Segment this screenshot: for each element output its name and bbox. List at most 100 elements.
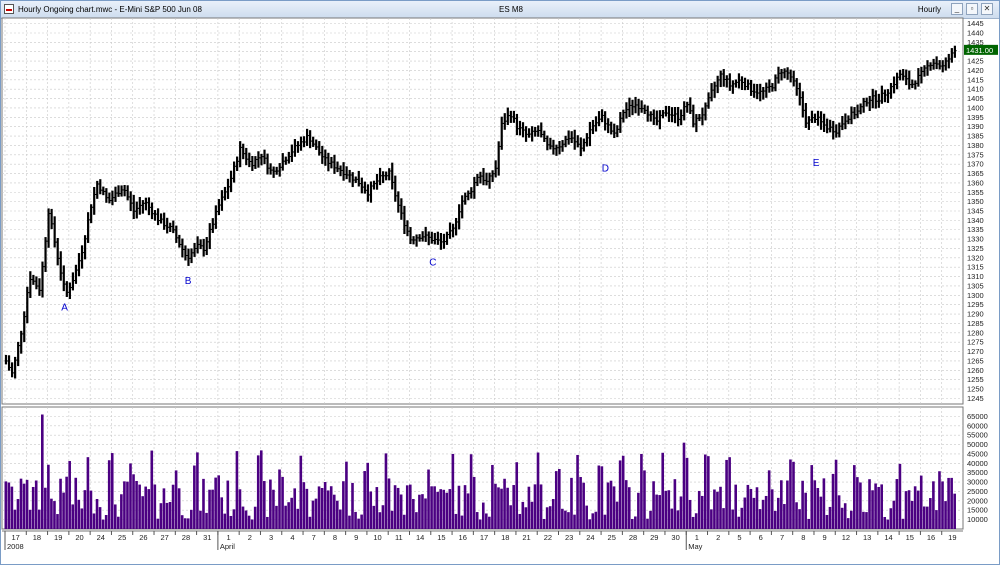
volume-bar [886, 519, 890, 529]
date-tick-label: 25 [608, 533, 616, 542]
volume-bar [533, 484, 537, 529]
volume-bar [59, 478, 62, 529]
volume-bar [71, 504, 75, 529]
volume-bar [895, 479, 899, 529]
volume-bar [600, 466, 604, 529]
volume-bar [877, 486, 880, 529]
price-tick-label: 1325 [967, 244, 984, 253]
volume-bar [609, 480, 613, 529]
volume-bar [889, 508, 893, 529]
volume-bar [816, 488, 820, 529]
volume-bar [536, 452, 540, 529]
volume-bar [944, 501, 947, 529]
date-tick-label: 25 [118, 533, 126, 542]
volume-bar [810, 465, 814, 529]
volume-bar [643, 470, 646, 529]
volume-bar [174, 470, 178, 529]
volume-bar [907, 490, 911, 529]
date-tick-label: 6 [759, 533, 763, 542]
date-tick-label: 11 [395, 533, 403, 542]
volume-bar [469, 454, 473, 529]
price-tick-label: 1395 [967, 113, 984, 122]
volume-bar [408, 484, 412, 529]
volume-bar [822, 478, 826, 529]
date-tick-label: 28 [182, 533, 190, 542]
volume-bar [576, 454, 579, 529]
volume-bar [548, 506, 552, 529]
volume-bar [862, 511, 865, 529]
date-tick-label: 24 [97, 533, 105, 542]
volume-bar [147, 489, 151, 529]
volume-bar [28, 509, 32, 529]
volume-bar [932, 481, 935, 529]
volume-bar [792, 461, 795, 529]
volume-bar [253, 506, 257, 529]
price-tick-label: 1370 [967, 160, 984, 169]
price-tick-label: 1425 [967, 57, 984, 66]
volume-bar [621, 455, 625, 529]
date-tick-label: 18 [33, 533, 41, 542]
volume-bar [275, 505, 278, 529]
volume-bar [296, 508, 300, 529]
volume-bar [31, 486, 35, 529]
volume-bar [37, 509, 41, 529]
volume-bar [707, 456, 710, 529]
volume-bar [457, 485, 461, 529]
volume-bar [126, 481, 129, 529]
volume-bar [868, 479, 871, 529]
volume-bar [381, 505, 385, 529]
volume-bar [919, 475, 923, 529]
price-tick-label: 1390 [967, 122, 984, 131]
volume-bar [770, 489, 774, 529]
volume-bar [68, 461, 71, 529]
volume-bar [631, 518, 634, 529]
volume-tick-label: 10000 [967, 515, 988, 524]
volume-bar [466, 493, 470, 529]
price-tick-label: 1420 [967, 66, 984, 75]
volume-bar [947, 477, 950, 529]
volume-tick-label: 45000 [967, 449, 988, 458]
date-tick-label: 18 [501, 533, 509, 542]
volume-bar [700, 495, 704, 529]
volume-bar [801, 480, 804, 529]
price-tick-label: 1360 [967, 178, 984, 187]
volume-bar [104, 515, 108, 529]
volume-bar [786, 480, 789, 529]
volume-bar [211, 489, 214, 529]
volume-bar [168, 501, 172, 529]
volume-bar [120, 494, 123, 529]
volume-bar [77, 499, 81, 529]
price-tick-label: 1245 [967, 394, 984, 403]
volume-bar [390, 510, 394, 529]
price-tick-label: 1310 [967, 272, 984, 281]
volume-bar [813, 480, 817, 529]
volume-tick-label: 20000 [967, 496, 988, 505]
volume-bar [430, 486, 433, 529]
chart-area[interactable]: 1445144014351430142514201415141014051400… [1, 1, 999, 564]
volume-bar [110, 453, 114, 529]
volume-bar [624, 480, 628, 529]
date-tick-label: 8 [801, 533, 805, 542]
volume-bar [691, 516, 695, 529]
volume-bar [107, 460, 111, 529]
volume-bar [606, 482, 610, 529]
volume-bar [776, 497, 780, 529]
volume-bar [901, 518, 905, 529]
volume-bar [880, 484, 883, 529]
volume-bar [661, 452, 665, 529]
volume-bar [442, 489, 446, 529]
date-tick-label: 3 [269, 533, 273, 542]
volume-bar [56, 514, 59, 529]
volume-bar [804, 492, 807, 529]
volume-bar [232, 509, 236, 529]
volume-bar [655, 494, 658, 529]
volume-bar [65, 476, 68, 529]
volume-bar [351, 482, 354, 529]
month-label: May [688, 542, 702, 551]
volume-bar [47, 464, 50, 529]
volume-bar [697, 490, 701, 529]
volume-bar [375, 487, 379, 529]
volume-bar [688, 499, 692, 529]
price-tick-label: 1365 [967, 169, 984, 178]
volume-bar [317, 486, 321, 529]
